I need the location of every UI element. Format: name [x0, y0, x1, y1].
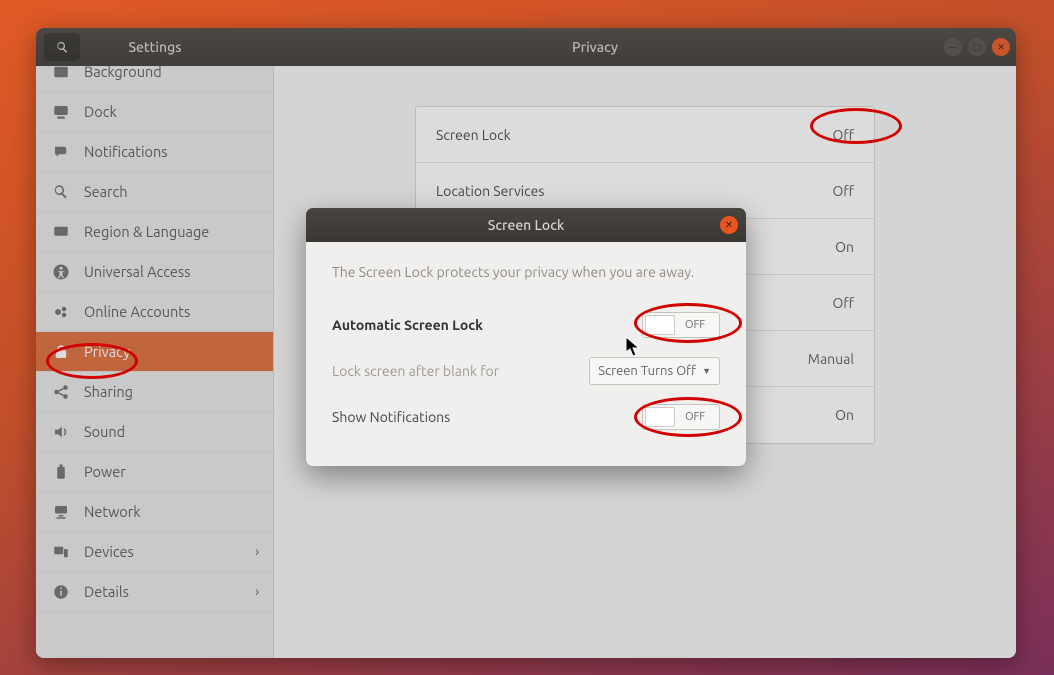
sidebar-item-label: Universal Access — [84, 263, 191, 280]
sidebar-item-label: Power — [84, 463, 126, 480]
notifications-icon — [52, 143, 70, 161]
details-icon — [52, 583, 70, 601]
auto-lock-toggle[interactable]: OFF — [642, 312, 720, 338]
sidebar-item-label: Network — [84, 503, 141, 520]
dialog-description: The Screen Lock protects your privacy wh… — [332, 264, 720, 280]
window-controls: — ▢ ✕ — [944, 28, 1010, 66]
lock-after-label: Lock screen after blank for — [332, 363, 499, 379]
row-value: Off — [832, 295, 854, 311]
show-notifications-toggle[interactable]: OFF — [642, 404, 720, 430]
dialog-close-button[interactable]: ✕ — [720, 216, 738, 234]
row-value: Off — [832, 183, 854, 199]
dialog-title: Screen Lock — [488, 217, 565, 233]
sidebar-item-details[interactable]: Details › — [36, 572, 273, 612]
sidebar-item-network[interactable]: Network — [36, 492, 273, 532]
sidebar-item-label: Devices — [84, 543, 134, 560]
sidebar-item-sharing[interactable]: Sharing — [36, 372, 273, 412]
combo-value: Screen Turns Off — [598, 364, 696, 378]
sidebar-item-label: Search — [84, 183, 128, 200]
auto-lock-label: Automatic Screen Lock — [332, 317, 483, 333]
sidebar-item-region[interactable]: Region & Language — [36, 212, 273, 252]
row-value: On — [835, 239, 854, 255]
sidebar-item-devices[interactable]: Devices › — [36, 532, 273, 572]
row-label: Location Services — [436, 183, 544, 199]
power-icon — [52, 463, 70, 481]
dock-icon — [52, 103, 70, 121]
sound-icon — [52, 423, 70, 441]
row-label: Screen Lock — [436, 127, 511, 143]
row-value: On — [835, 407, 854, 423]
sidebar-item-universal-access[interactable]: Universal Access — [36, 252, 273, 292]
sidebar-item-label: Privacy — [84, 343, 130, 360]
sidebar-item-online-accounts[interactable]: Online Accounts — [36, 292, 273, 332]
sidebar-item-dock[interactable]: Dock — [36, 92, 273, 132]
sidebar-item-label: Details — [84, 583, 129, 600]
row-screen-lock[interactable]: Screen Lock Off — [416, 107, 874, 163]
sidebar-item-label: Sharing — [84, 383, 133, 400]
search-icon — [55, 40, 70, 55]
devices-icon — [52, 543, 70, 561]
toggle-state: OFF — [677, 319, 719, 331]
sharing-icon — [52, 383, 70, 401]
online-accounts-icon — [52, 303, 70, 321]
lock-after-combo[interactable]: Screen Turns Off ▼ — [589, 357, 720, 385]
sidebar: Background Dock Notifications Search Reg… — [36, 66, 274, 658]
sidebar-item-label: Dock — [84, 103, 117, 120]
network-icon — [52, 503, 70, 521]
sidebar-item-label: Background — [84, 66, 162, 80]
chevron-down-icon: ▼ — [702, 366, 711, 376]
background-icon — [52, 66, 70, 81]
chevron-right-icon: › — [255, 585, 259, 599]
search-button[interactable] — [44, 33, 80, 61]
search-icon — [52, 183, 70, 201]
sidebar-item-sound[interactable]: Sound — [36, 412, 273, 452]
maximize-button[interactable]: ▢ — [968, 38, 986, 56]
toggle-knob — [645, 315, 675, 335]
sidebar-item-label: Sound — [84, 423, 125, 440]
row-value: Off — [832, 127, 854, 143]
chevron-right-icon: › — [255, 545, 259, 559]
dialog-titlebar: Screen Lock ✕ — [306, 208, 746, 242]
privacy-icon — [52, 343, 70, 361]
close-button[interactable]: ✕ — [992, 38, 1010, 56]
sidebar-item-search[interactable]: Search — [36, 172, 273, 212]
page-title: Privacy — [274, 39, 916, 55]
titlebar: Settings Privacy — ▢ ✕ — [36, 28, 1016, 66]
sidebar-item-background[interactable]: Background — [36, 66, 273, 92]
show-notifications-label: Show Notifications — [332, 409, 450, 425]
row-value: Manual — [808, 351, 854, 367]
sidebar-item-label: Region & Language — [84, 223, 209, 240]
toggle-knob — [645, 407, 675, 427]
sidebar-item-privacy[interactable]: Privacy — [36, 332, 273, 372]
minimize-button[interactable]: — — [944, 38, 962, 56]
screen-lock-dialog: Screen Lock ✕ The Screen Lock protects y… — [306, 208, 746, 466]
toggle-state: OFF — [677, 411, 719, 423]
sidebar-item-label: Notifications — [84, 143, 168, 160]
sidebar-item-label: Online Accounts — [84, 303, 190, 320]
sidebar-item-power[interactable]: Power — [36, 452, 273, 492]
sidebar-item-notifications[interactable]: Notifications — [36, 132, 273, 172]
region-icon — [52, 223, 70, 241]
accessibility-icon — [52, 263, 70, 281]
